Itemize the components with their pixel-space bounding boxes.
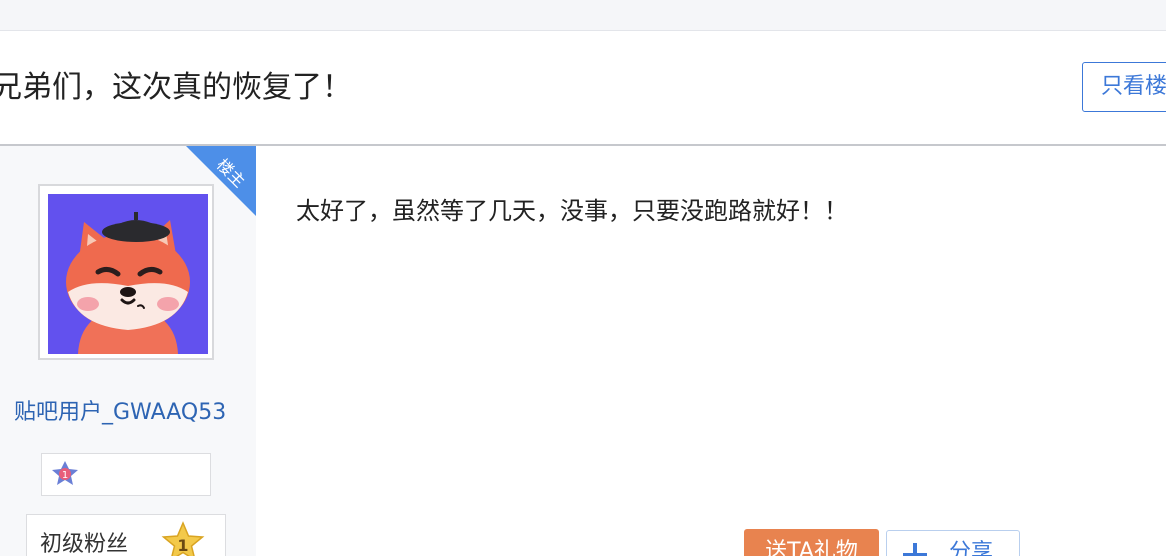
svg-text:1: 1: [62, 470, 68, 481]
member-badge-icon[interactable]: 1: [50, 459, 80, 489]
post-content: 太好了，虽然等了几天，没事，只要没跑路就好！！: [296, 197, 848, 225]
top-strip: [0, 0, 1166, 31]
fan-level-label: 初级粉丝: [40, 532, 129, 556]
share-button[interactable]: 分享: [886, 530, 1020, 556]
avatar-frame[interactable]: [38, 184, 214, 360]
thread-title-bar: 兄弟们，这次真的恢复了！ 只看楼主: [0, 31, 1166, 146]
member-badge-box: 1: [41, 453, 211, 496]
only-op-button[interactable]: 只看楼主: [1082, 62, 1166, 112]
send-gift-button[interactable]: 送TA礼物: [744, 529, 879, 556]
level-number: 1: [177, 536, 188, 555]
share-icon: [903, 543, 927, 556]
fox-avatar-icon: [66, 212, 190, 354]
share-label: 分享: [949, 540, 994, 556]
author-username[interactable]: 贴吧用户_GWAAQ53: [14, 398, 226, 428]
thread-title: 兄弟们，这次真的恢复了！: [0, 70, 352, 105]
level-star-icon: 1: [161, 521, 205, 556]
fan-level-box[interactable]: 初级粉丝 1: [26, 514, 226, 556]
avatar[interactable]: [48, 194, 208, 354]
post-page: 兄弟们，这次真的恢复了！ 只看楼主 楼主: [0, 0, 1166, 556]
